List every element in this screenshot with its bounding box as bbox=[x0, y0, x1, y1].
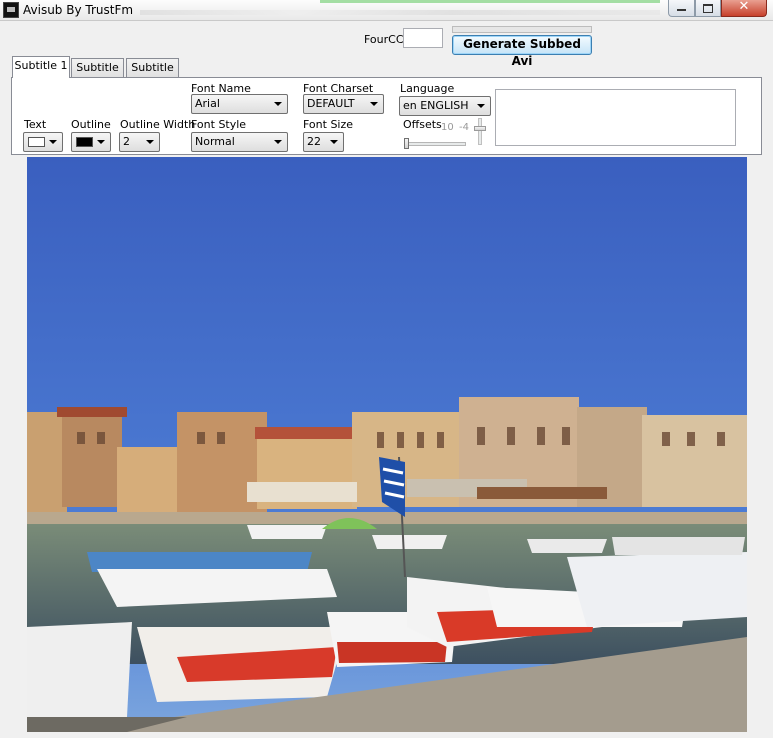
font-size-label: Font Size bbox=[303, 118, 354, 131]
chevron-down-icon bbox=[49, 140, 57, 144]
font-style-label: Font Style bbox=[191, 118, 247, 131]
font-size-value: 22 bbox=[307, 135, 321, 148]
text-color-picker[interactable] bbox=[23, 132, 63, 152]
chevron-down-icon bbox=[274, 102, 282, 106]
chevron-down-icon bbox=[274, 140, 282, 144]
harbor-photo bbox=[27, 157, 747, 732]
offset-y-slider-track bbox=[478, 118, 482, 145]
video-preview bbox=[27, 157, 747, 732]
app-icon bbox=[3, 2, 19, 18]
window-title: Avisub By TrustFm bbox=[23, 3, 134, 17]
offset-x-value: 10 bbox=[441, 122, 454, 133]
chevron-down-icon bbox=[370, 102, 378, 106]
fourcc-input[interactable] bbox=[403, 28, 443, 48]
language-select[interactable]: en ENGLISH bbox=[399, 96, 491, 116]
tab-subtitle-1[interactable]: Subtitle 1 bbox=[12, 56, 70, 78]
subtitle-text-area[interactable] bbox=[495, 89, 736, 146]
offset-y-slider[interactable] bbox=[474, 126, 486, 131]
tab-subtitle-2[interactable]: Subtitle 2 bbox=[71, 58, 124, 92]
maximize-button[interactable] bbox=[695, 0, 721, 17]
chevron-down-icon bbox=[330, 140, 338, 144]
chevron-down-icon bbox=[146, 140, 154, 144]
font-name-value: Arial bbox=[195, 97, 220, 110]
close-button[interactable]: ✕ bbox=[721, 0, 767, 17]
close-icon: ✕ bbox=[738, 0, 750, 14]
offset-x-slider[interactable] bbox=[404, 138, 409, 149]
outline-width-value: 2 bbox=[123, 135, 130, 148]
chevron-down-icon bbox=[97, 140, 105, 144]
text-color-swatch bbox=[28, 137, 45, 147]
font-style-select[interactable]: Normal bbox=[191, 132, 288, 152]
titlebar-decoration bbox=[320, 0, 660, 3]
maximize-icon bbox=[703, 4, 713, 13]
font-style-value: Normal bbox=[195, 135, 235, 148]
language-label: Language bbox=[400, 82, 455, 95]
generate-button[interactable]: Generate Subbed Avi bbox=[452, 35, 592, 68]
outline-color-label: Outline bbox=[71, 118, 111, 131]
minimize-icon bbox=[677, 9, 686, 11]
font-charset-select[interactable]: DEFAULT bbox=[303, 94, 384, 114]
outline-width-label: Outline Width bbox=[120, 118, 196, 131]
fourcc-label: FourCC bbox=[364, 33, 404, 46]
progress-bar bbox=[452, 26, 592, 33]
font-size-select[interactable]: 22 bbox=[303, 132, 344, 152]
minimize-button[interactable] bbox=[668, 0, 695, 17]
chevron-down-icon bbox=[477, 104, 485, 108]
outline-width-select[interactable]: 2 bbox=[119, 132, 160, 152]
tab-subtitle-3[interactable]: Subtitle 3 bbox=[126, 58, 179, 92]
offsets-label: Offsets bbox=[403, 118, 442, 131]
offset-x-slider-track bbox=[405, 142, 466, 146]
titlebar-blur bbox=[140, 10, 660, 15]
font-name-select[interactable]: Arial bbox=[191, 94, 288, 114]
language-value: en ENGLISH bbox=[403, 99, 469, 112]
font-charset-value: DEFAULT bbox=[307, 97, 355, 110]
offset-y-value: -4 bbox=[459, 122, 469, 133]
text-color-label: Text bbox=[24, 118, 47, 131]
title-bar: Avisub By TrustFm ✕ bbox=[0, 0, 773, 21]
outline-color-picker[interactable] bbox=[71, 132, 111, 152]
outline-color-swatch bbox=[76, 137, 93, 147]
